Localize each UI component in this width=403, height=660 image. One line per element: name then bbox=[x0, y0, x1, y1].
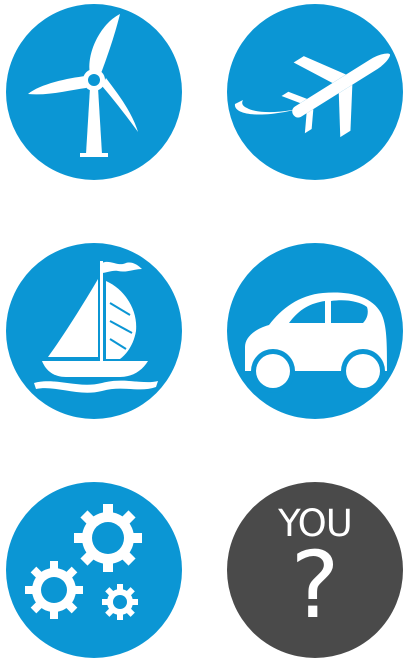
wind-turbine-tile bbox=[6, 4, 182, 180]
sailboat-icon bbox=[6, 243, 182, 419]
gears-icon bbox=[6, 482, 182, 658]
wind-turbine-icon bbox=[6, 4, 182, 180]
you-tile: YOU ? bbox=[227, 482, 403, 658]
question-mark: ? bbox=[290, 532, 340, 639]
sailboat-tile bbox=[6, 243, 182, 419]
car-icon bbox=[227, 243, 403, 419]
gears-tile bbox=[6, 482, 182, 658]
car-tile bbox=[227, 243, 403, 419]
airplane-tile bbox=[227, 4, 403, 180]
airplane-icon bbox=[227, 4, 403, 180]
